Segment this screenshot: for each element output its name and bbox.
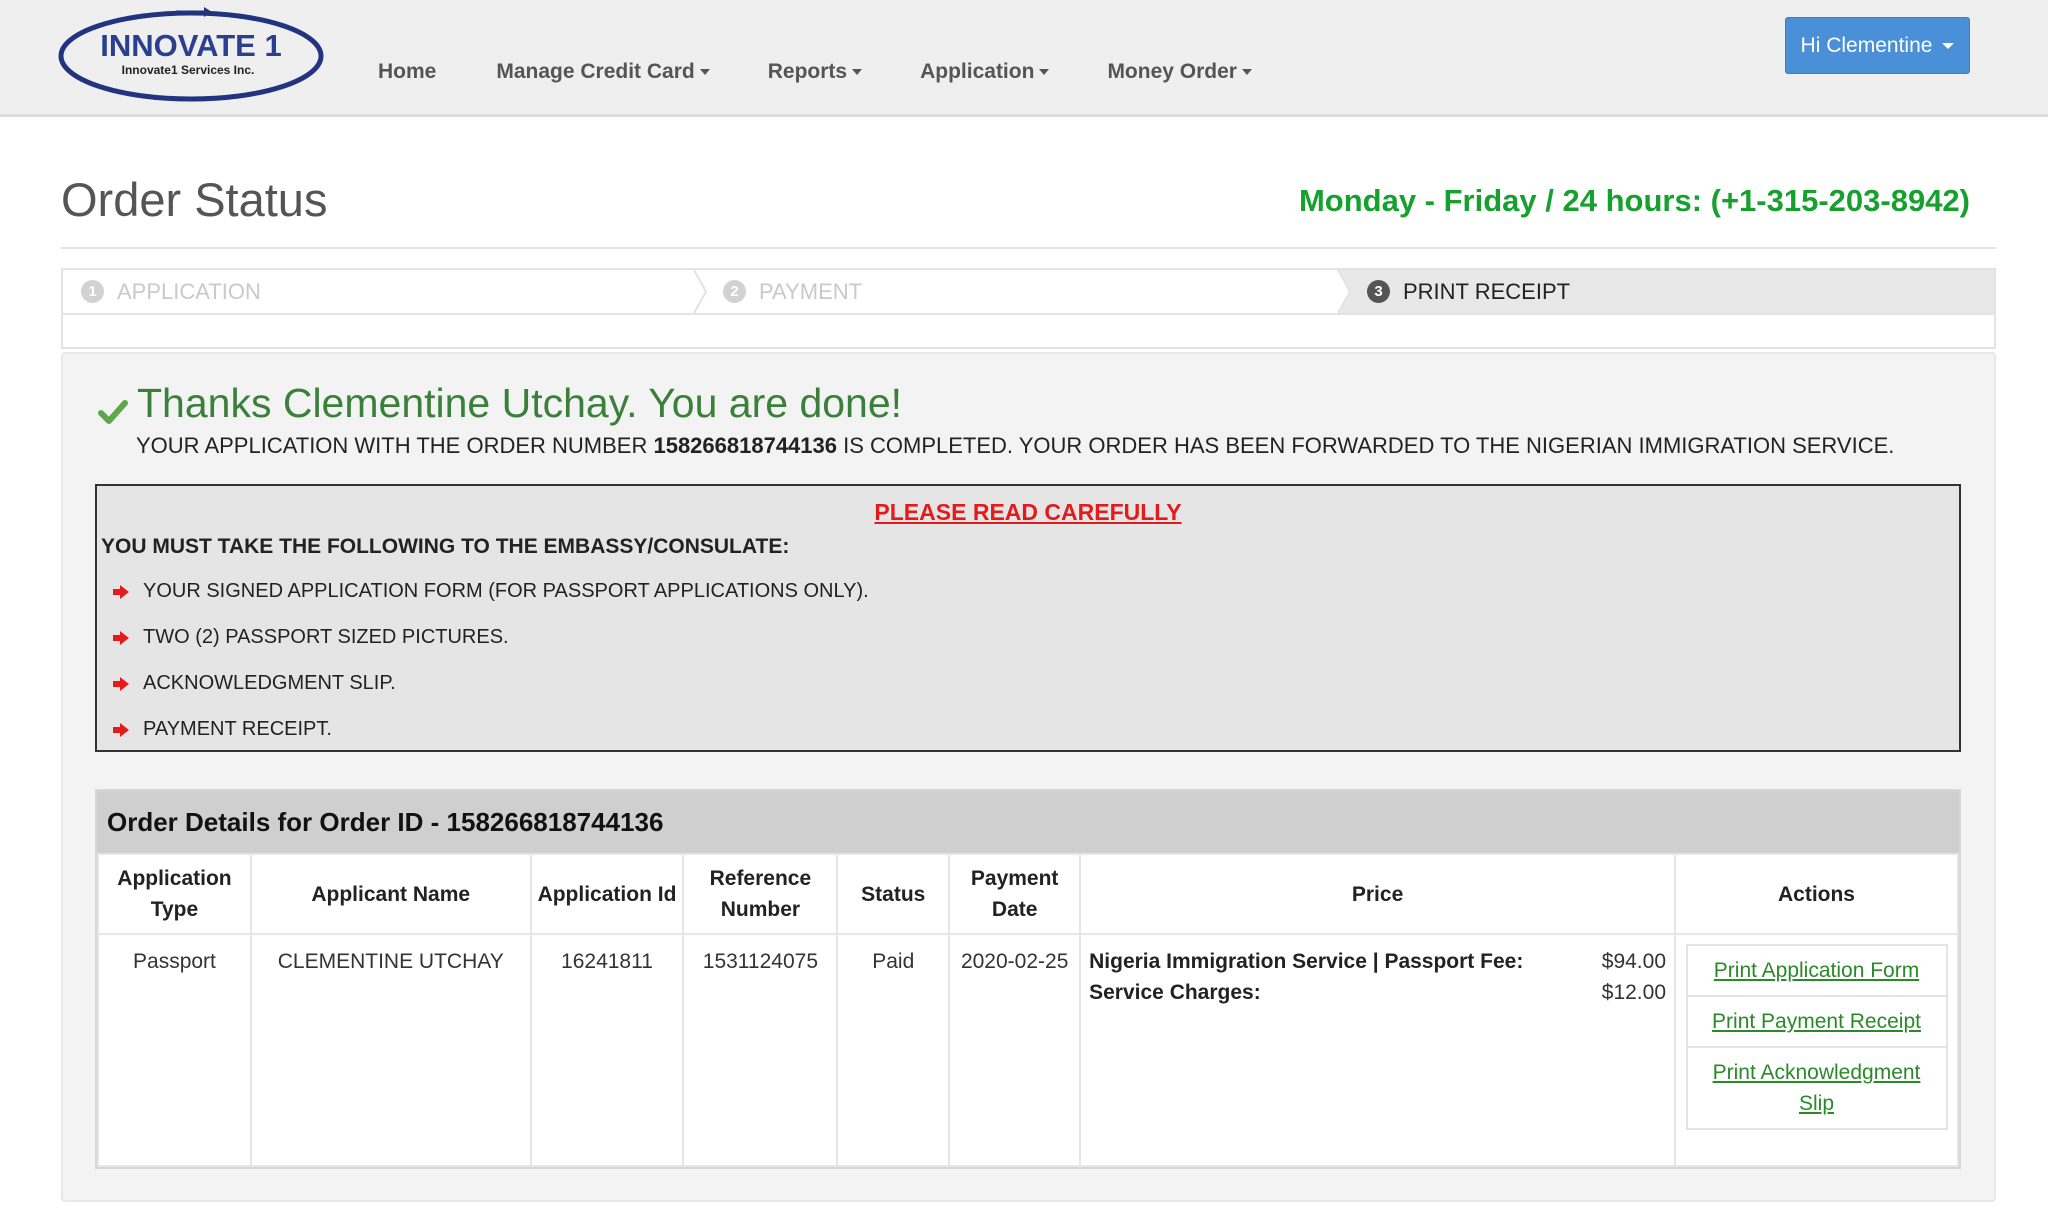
nav-manage-credit-card-label: Manage Credit Card bbox=[496, 60, 695, 83]
step-label: PRINT RECEIPT bbox=[1403, 278, 1571, 304]
column-header: Applicant Name bbox=[249, 853, 532, 935]
step-number-badge: 1 bbox=[81, 280, 104, 303]
table-header-row: Application Type Applicant Name Applicat… bbox=[97, 853, 1959, 935]
table-row: Passport CLEMENTINE UTCHAY 16241811 1531… bbox=[97, 933, 1959, 1167]
confirmation-heading: Thanks Clementine Utchay. You are done! bbox=[137, 380, 903, 426]
applicant-name-cell: CLEMENTINE UTCHAY bbox=[249, 933, 532, 1167]
order-details: Order Details for Order ID - 15826681874… bbox=[95, 789, 1961, 1169]
price-cell: Nigeria Immigration Service | Passport F… bbox=[1079, 933, 1676, 1167]
user-menu-label: Hi Clementine bbox=[1800, 33, 1933, 57]
notice-heading: PLEASE READ CAREFULLY bbox=[874, 499, 1182, 525]
application-id-cell: 16241811 bbox=[529, 933, 685, 1167]
column-header: Application Id bbox=[529, 853, 685, 935]
print-acknowledgment-slip-link[interactable]: Print Acknowledgment Slip bbox=[1685, 1046, 1948, 1130]
reference-number-cell: 1531124075 bbox=[682, 933, 839, 1167]
notice-item-text: YOUR SIGNED APPLICATION FORM (FOR PASSPO… bbox=[143, 580, 869, 602]
notice-item-text: TWO (2) PASSPORT SIZED PICTURES. bbox=[143, 626, 509, 648]
innovate1-logo[interactable]: INNOVATE 1 Innovate1 Services Inc. bbox=[58, 4, 328, 104]
caret-down-icon bbox=[699, 69, 710, 75]
nav-money-order-label: Money Order bbox=[1107, 60, 1237, 83]
column-header: Price bbox=[1079, 853, 1676, 935]
user-menu-button[interactable]: Hi Clementine bbox=[1785, 17, 1970, 74]
page-title: Order Status bbox=[61, 173, 328, 226]
top-navbar: INNOVATE 1 Innovate1 Services Inc. Home … bbox=[0, 0, 2048, 117]
payment-date-cell: 2020-02-25 bbox=[948, 933, 1082, 1167]
price-label: Nigeria Immigration Service | Passport F… bbox=[1089, 950, 1524, 973]
nav-reports-label: Reports bbox=[767, 60, 848, 83]
caret-down-icon bbox=[852, 69, 863, 75]
nav-home-label: Home bbox=[378, 60, 437, 83]
notice-subheading: YOU MUST TAKE THE FOLLOWING TO THE EMBAS… bbox=[101, 535, 790, 558]
nav-money-order[interactable]: Money Order bbox=[1087, 60, 1272, 84]
step-print-receipt: 3 PRINT RECEIPT bbox=[1367, 270, 1570, 313]
step-separator-icon bbox=[693, 270, 708, 313]
step-application: 1 APPLICATION bbox=[81, 270, 261, 313]
notice-item-text: ACKNOWLEDGMENT SLIP. bbox=[143, 672, 396, 694]
notice-item: TWO (2) PASSPORT SIZED PICTURES. bbox=[112, 626, 509, 649]
step-payment: 2 PAYMENT bbox=[723, 270, 862, 313]
nav-home[interactable]: Home bbox=[356, 60, 476, 84]
red-arrow-bullet-icon bbox=[113, 630, 129, 645]
column-header: Payment Date bbox=[948, 853, 1082, 935]
caret-down-icon bbox=[1039, 69, 1050, 75]
actions-cell: Print Application Form Print Payment Rec… bbox=[1674, 933, 1959, 1167]
support-hours: Monday - Friday / 24 hours: (+1-315-203-… bbox=[1298, 183, 1970, 218]
status-cell: Paid bbox=[836, 933, 951, 1167]
notice-item: ACKNOWLEDGMENT SLIP. bbox=[112, 672, 396, 695]
red-arrow-bullet-icon bbox=[113, 722, 129, 737]
price-amount: $12.00 bbox=[1601, 981, 1666, 1004]
column-header: Reference Number bbox=[682, 853, 839, 935]
column-header: Actions bbox=[1674, 853, 1959, 935]
steps-bar: 1 APPLICATION 2 PAYMENT 3 PRINT RECEIPT bbox=[63, 270, 1994, 315]
divider bbox=[61, 247, 1996, 249]
caret-down-icon bbox=[1942, 42, 1955, 49]
confirmation-suffix: IS COMPLETED. YOUR ORDER HAS BEEN FORWAR… bbox=[837, 433, 1895, 458]
confirmation-prefix: YOUR APPLICATION WITH THE ORDER NUMBER bbox=[136, 433, 654, 458]
notice-item: YOUR SIGNED APPLICATION FORM (FOR PASSPO… bbox=[112, 580, 869, 603]
application-type-cell: Passport bbox=[97, 933, 252, 1167]
important-notice: PLEASE READ CAREFULLY YOU MUST TAKE THE … bbox=[95, 484, 1961, 752]
step-number-badge: 3 bbox=[1367, 280, 1390, 303]
main-nav: Home Manage Credit Card Reports Applicat… bbox=[356, 60, 1272, 84]
logo-tagline: Innovate1 Services Inc. bbox=[122, 63, 255, 77]
price-line: Service Charges: $12.00 bbox=[1089, 977, 1666, 1008]
step-separator-icon bbox=[1334, 270, 1352, 313]
confirmation-message: YOUR APPLICATION WITH THE ORDER NUMBER 1… bbox=[136, 433, 1894, 459]
nav-application-label: Application bbox=[920, 60, 1035, 83]
print-payment-receipt-link[interactable]: Print Payment Receipt bbox=[1685, 995, 1948, 1048]
checkmark-icon bbox=[98, 400, 128, 424]
step-label: PAYMENT bbox=[759, 278, 863, 304]
price-line: Nigeria Immigration Service | Passport F… bbox=[1089, 946, 1666, 977]
step-label: APPLICATION bbox=[117, 278, 261, 304]
nav-reports[interactable]: Reports bbox=[748, 60, 900, 84]
price-amount: $94.00 bbox=[1601, 950, 1666, 973]
print-application-form-link[interactable]: Print Application Form bbox=[1685, 944, 1948, 997]
nav-manage-credit-card[interactable]: Manage Credit Card bbox=[476, 60, 747, 84]
order-table: Application Type Applicant Name Applicat… bbox=[97, 853, 1959, 1167]
price-label: Service Charges: bbox=[1089, 981, 1261, 1004]
caret-down-icon bbox=[1241, 69, 1252, 75]
red-arrow-bullet-icon bbox=[113, 676, 129, 691]
actions-list: Print Application Form Print Payment Rec… bbox=[1676, 944, 1957, 1130]
notice-item-text: PAYMENT RECEIPT. bbox=[143, 718, 332, 740]
order-details-heading: Order Details for Order ID - 15826681874… bbox=[97, 791, 1959, 853]
column-header: Application Type bbox=[97, 853, 252, 935]
notice-item: PAYMENT RECEIPT. bbox=[112, 718, 332, 741]
logo-wordmark: INNOVATE 1 bbox=[100, 28, 281, 63]
red-arrow-bullet-icon bbox=[113, 584, 129, 599]
nav-application[interactable]: Application bbox=[900, 60, 1087, 84]
step-number-badge: 2 bbox=[723, 280, 746, 303]
order-number: 158266818744136 bbox=[653, 433, 837, 458]
column-header: Status bbox=[836, 853, 951, 935]
progress-steps: 1 APPLICATION 2 PAYMENT 3 PRINT RECEIPT bbox=[61, 268, 1996, 349]
